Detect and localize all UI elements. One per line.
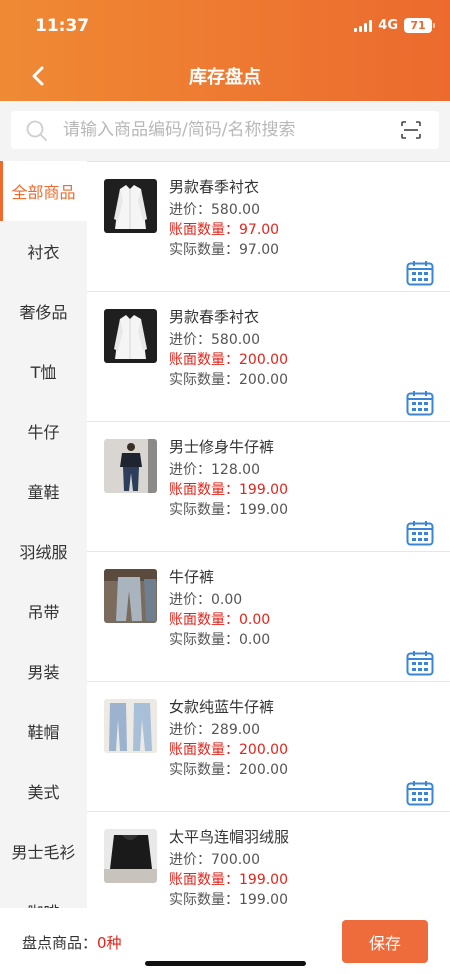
category-item-camisole[interactable]: 吊带 (0, 581, 87, 641)
category-item-kids-shoes[interactable]: 童鞋 (0, 461, 87, 521)
app-header: 11:37 4G 71 库存盘点 (0, 0, 450, 101)
product-actual-qty: 实际数量：0.00 (169, 632, 271, 648)
product-name: 牛仔裤 (169, 568, 215, 586)
product-row[interactable]: 男款春季衬衣 进价：580.00 账面数量：97.00 实际数量：97.00 (87, 162, 450, 292)
product-row[interactable]: 男士修身牛仔裤 进价：128.00 账面数量：199.00 实际数量：199.0… (87, 422, 450, 552)
calendar-icon[interactable] (406, 390, 434, 416)
product-price: 进价：128.00 (169, 462, 260, 478)
product-price: 进价：580.00 (169, 332, 260, 348)
network-type: 4G (378, 18, 398, 33)
battery-level: 71 (410, 19, 426, 32)
signal-icon (354, 19, 373, 32)
category-item-tshirt[interactable]: T恤 (0, 341, 87, 401)
category-item-denim[interactable]: 牛仔 (0, 401, 87, 461)
inventory-count-title: 盘点商品： (22, 934, 98, 952)
product-book-qty: 账面数量：97.00 (169, 222, 280, 238)
category-item-luxury[interactable]: 奢侈品 (0, 281, 87, 341)
product-actual-qty: 实际数量：199.00 (169, 892, 288, 908)
product-book-qty: 账面数量：199.00 (169, 482, 288, 498)
product-name: 女款纯蓝牛仔裤 (169, 698, 275, 716)
product-name: 男款春季衬衣 (169, 308, 260, 326)
save-button[interactable]: 保存 (342, 920, 428, 963)
product-row[interactable]: 女款纯蓝牛仔裤 进价：289.00 账面数量：200.00 实际数量：200.0… (87, 682, 450, 812)
inventory-count-value: 0种 (97, 934, 122, 952)
inventory-count-label: 盘点商品：0种 (22, 932, 122, 953)
category-sidebar: 全部商品 衬衣 奢侈品 T恤 牛仔 童鞋 羽绒服 吊带 男装 鞋帽 美式 男士毛… (0, 161, 87, 908)
product-price: 进价：580.00 (169, 202, 260, 218)
product-thumbnail (104, 829, 157, 883)
product-price: 进价：700.00 (169, 852, 260, 868)
product-actual-qty: 实际数量：200.00 (169, 762, 288, 778)
category-item-shoes-hats[interactable]: 鞋帽 (0, 701, 87, 761)
home-indicator (145, 961, 306, 966)
status-indicators: 4G 71 (354, 18, 435, 33)
calendar-icon[interactable] (406, 650, 434, 676)
battery-icon: 71 (404, 18, 435, 33)
calendar-icon[interactable] (406, 260, 434, 286)
calendar-icon[interactable] (406, 780, 434, 806)
product-actual-qty: 实际数量：97.00 (169, 242, 280, 258)
product-book-qty: 账面数量：200.00 (169, 352, 288, 368)
product-thumbnail (104, 439, 157, 493)
category-item-all[interactable]: 全部商品 (0, 161, 87, 221)
product-list: 男款春季衬衣 进价：580.00 账面数量：97.00 实际数量：97.00 男… (87, 161, 450, 908)
product-row[interactable]: 牛仔裤 进价：0.00 账面数量：0.00 实际数量：0.00 (87, 552, 450, 682)
product-thumbnail (104, 179, 157, 233)
product-thumbnail (104, 699, 157, 753)
page-title: 库存盘点 (189, 67, 261, 88)
category-item-mens-sweater[interactable]: 男士毛衫 (0, 821, 87, 881)
category-item-american[interactable]: 美式 (0, 761, 87, 821)
calendar-icon[interactable] (406, 520, 434, 546)
product-book-qty: 账面数量：0.00 (169, 612, 271, 628)
status-time: 11:37 (35, 16, 90, 36)
product-thumbnail (104, 309, 157, 363)
category-item-coffee[interactable]: 咖啡 (0, 881, 87, 908)
product-thumbnail (104, 569, 157, 623)
product-row[interactable]: 太平鸟连帽羽绒服 进价：700.00 账面数量：199.00 实际数量：199.… (87, 812, 450, 908)
product-book-qty: 账面数量：199.00 (169, 872, 288, 888)
product-price: 进价：289.00 (169, 722, 260, 738)
product-actual-qty: 实际数量：199.00 (169, 502, 288, 518)
scan-icon[interactable] (401, 121, 421, 139)
search-bar (0, 101, 450, 161)
product-row[interactable]: 男款春季衬衣 进价：580.00 账面数量：200.00 实际数量：200.00 (87, 292, 450, 422)
product-actual-qty: 实际数量：200.00 (169, 372, 288, 388)
product-book-qty: 账面数量：200.00 (169, 742, 288, 758)
search-icon (26, 120, 47, 141)
category-item-down-jacket[interactable]: 羽绒服 (0, 521, 87, 581)
product-name: 太平鸟连帽羽绒服 (169, 828, 290, 846)
product-name: 男士修身牛仔裤 (169, 438, 275, 456)
product-name: 男款春季衬衣 (169, 178, 260, 196)
search-input[interactable] (63, 111, 383, 149)
product-price: 进价：0.00 (169, 592, 243, 608)
search-box (11, 111, 439, 149)
category-item-shirt[interactable]: 衬衣 (0, 221, 87, 281)
category-item-menswear[interactable]: 男装 (0, 641, 87, 701)
